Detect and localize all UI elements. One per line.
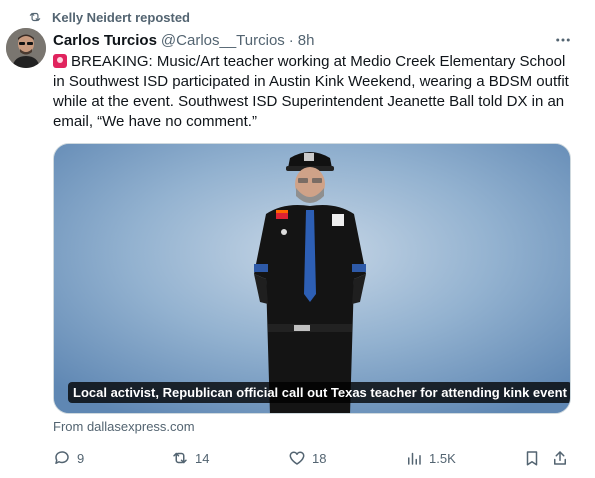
repost-icon bbox=[29, 12, 41, 22]
share-button[interactable] bbox=[551, 446, 569, 470]
views-count: 1.5K bbox=[429, 450, 456, 466]
share-icon bbox=[554, 451, 566, 465]
separator-dot: · bbox=[288, 31, 294, 49]
repost-button[interactable]: 14 bbox=[171, 446, 209, 470]
siren-emoji-icon bbox=[53, 54, 67, 68]
repost-count: 14 bbox=[195, 450, 210, 466]
views-chart-icon bbox=[408, 452, 421, 465]
tweet-header: Carlos Turcios @Carlos__Turcios · 8h bbox=[53, 30, 555, 50]
action-bar: 9 14 18 1.5K bbox=[53, 446, 573, 470]
repost-label: Kelly Neidert reposted bbox=[52, 9, 190, 25]
views-button[interactable]: 1.5K bbox=[405, 446, 456, 470]
tweet-body: BREAKING: Music/Art teacher working at M… bbox=[53, 53, 573, 130]
avatar[interactable] bbox=[6, 28, 46, 68]
media-photo bbox=[54, 144, 570, 413]
repost-icon bbox=[173, 452, 187, 464]
repost-indicator[interactable]: Kelly Neidert reposted bbox=[28, 8, 190, 26]
bookmark-button[interactable] bbox=[523, 446, 541, 470]
tweet-timestamp[interactable]: 8h bbox=[298, 32, 315, 49]
media-caption: Local activist, Republican official call… bbox=[68, 382, 570, 403]
author-display-name[interactable]: Carlos Turcios bbox=[53, 32, 157, 49]
like-button[interactable]: 18 bbox=[288, 446, 326, 470]
like-count: 18 bbox=[312, 450, 327, 466]
reply-count: 9 bbox=[77, 450, 85, 466]
more-options-button[interactable] bbox=[553, 30, 573, 50]
source-link[interactable]: From dallasexpress.com bbox=[53, 419, 195, 434]
bookmark-icon bbox=[526, 451, 538, 466]
heart-icon bbox=[289, 451, 305, 465]
tweet-text-block: BREAKING: Music/Art teacher working at M… bbox=[53, 52, 573, 132]
media-card[interactable]: Local activist, Republican official call… bbox=[53, 143, 571, 414]
reply-icon bbox=[55, 451, 69, 464]
more-icon bbox=[556, 38, 570, 42]
author-handle[interactable]: @Carlos__Turcios bbox=[161, 32, 285, 49]
reply-button[interactable]: 9 bbox=[53, 446, 84, 470]
